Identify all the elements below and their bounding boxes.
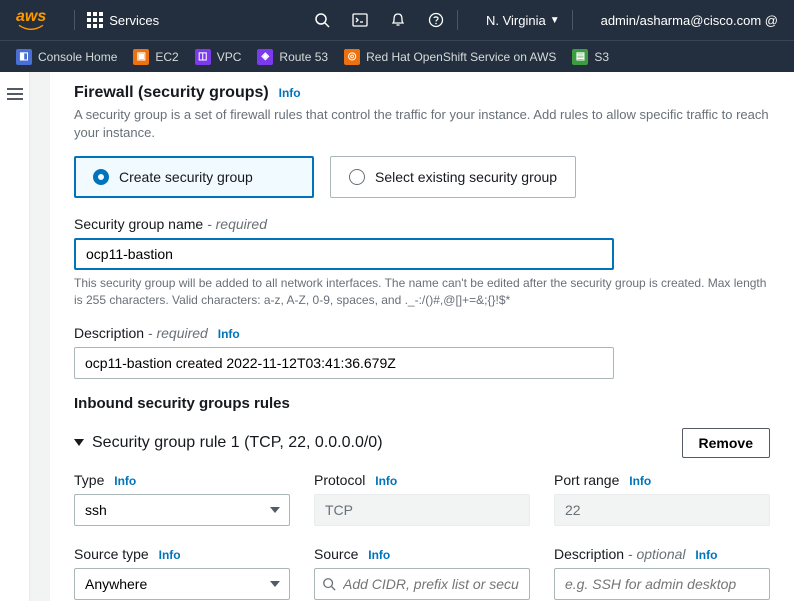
vpc-icon: ◫ [195, 49, 211, 65]
rule-port-value [554, 494, 770, 526]
info-link[interactable]: Info [375, 474, 397, 488]
nav-icons [313, 11, 445, 29]
tile-select-sg[interactable]: Select existing security group [330, 156, 576, 198]
top-nav: aws Services N. Virginia ▼ admin/asharma… [0, 0, 794, 40]
services-button[interactable]: Services [87, 12, 159, 28]
console-home-icon: ◧ [16, 49, 32, 65]
fav-label: VPC [217, 50, 242, 64]
fav-label: Console Home [38, 50, 117, 64]
caret-down-icon [74, 439, 84, 446]
fav-label: S3 [594, 50, 609, 64]
rule-port-field: Port range Info [554, 472, 770, 526]
aws-smile-icon [16, 24, 46, 32]
rule-type-select[interactable] [74, 494, 290, 526]
fav-label: EC2 [155, 50, 178, 64]
fav-ec2[interactable]: ▣ EC2 [133, 49, 178, 65]
region-selector[interactable]: N. Virginia ▼ [486, 13, 560, 28]
rule-source-label: Source Info [314, 546, 530, 562]
fav-route53[interactable]: ◈ Route 53 [257, 49, 328, 65]
info-link[interactable]: Info [629, 474, 651, 488]
search-icon[interactable] [313, 11, 331, 29]
sg-desc-field: Description - required Info [74, 325, 770, 379]
cloudshell-icon[interactable] [351, 11, 369, 29]
sg-desc-info-link[interactable]: Info [218, 327, 240, 341]
sg-name-field: Security group name - required This secu… [74, 216, 770, 309]
rule-source-field: Source Info 0.0.0.0/0 ✕ [314, 546, 530, 601]
rule-grid: Type Info Protocol Info Port range In [74, 472, 770, 601]
fav-label: Red Hat OpenShift Service on AWS [366, 50, 556, 64]
help-icon[interactable] [427, 11, 445, 29]
nav-divider [74, 10, 75, 30]
user-label: admin/asharma@cisco.com @ [601, 13, 778, 28]
info-link[interactable]: Info [368, 548, 390, 562]
nav-divider [572, 10, 573, 30]
bell-icon[interactable] [389, 11, 407, 29]
fav-s3[interactable]: ▤ S3 [572, 49, 609, 65]
firewall-title: Firewall (security groups) [74, 84, 269, 101]
rule-source-type-field: Source type Info [74, 546, 290, 601]
sidebar-toggle[interactable] [0, 72, 30, 601]
rule-protocol-value [314, 494, 530, 526]
sg-desc-input[interactable] [74, 347, 614, 379]
sg-name-label: Security group name - required [74, 216, 770, 232]
scroll-strip [30, 72, 50, 601]
info-link[interactable]: Info [159, 548, 181, 562]
openshift-icon: ◎ [344, 49, 360, 65]
rule-type-label: Type Info [74, 472, 290, 488]
rule-source-type-label: Source type Info [74, 546, 290, 562]
rule-header: Security group rule 1 (TCP, 22, 0.0.0.0/… [74, 428, 770, 458]
route53-icon: ◈ [257, 49, 273, 65]
aws-logo[interactable]: aws [16, 8, 46, 32]
rule-desc-field: Description - optional Info [554, 546, 770, 601]
fav-vpc[interactable]: ◫ VPC [195, 49, 242, 65]
region-label: N. Virginia [486, 13, 546, 28]
remove-button[interactable]: Remove [682, 428, 770, 458]
rule-protocol-label: Protocol Info [314, 472, 530, 488]
fav-openshift[interactable]: ◎ Red Hat OpenShift Service on AWS [344, 49, 556, 65]
tile-create-sg[interactable]: Create security group [74, 156, 314, 198]
sg-name-input[interactable] [74, 238, 614, 270]
fav-label: Route 53 [279, 50, 328, 64]
firewall-desc: A security group is a set of firewall ru… [74, 106, 770, 142]
services-label: Services [109, 13, 159, 28]
search-icon [322, 577, 336, 591]
firewall-heading-row: Firewall (security groups) Info [74, 84, 770, 102]
favorites-bar: ◧ Console Home ▣ EC2 ◫ VPC ◈ Route 53 ◎ … [0, 40, 794, 72]
rule-source-type-select[interactable] [74, 568, 290, 600]
radio-icon [93, 169, 109, 185]
rule-desc-input[interactable] [554, 568, 770, 600]
rule-port-label: Port range Info [554, 472, 770, 488]
sg-desc-label: Description - required Info [74, 325, 770, 341]
rule-source-input[interactable] [314, 568, 530, 600]
info-link[interactable]: Info [695, 548, 717, 562]
aws-logo-text: aws [16, 8, 46, 25]
layout: Firewall (security groups) Info A securi… [0, 72, 794, 601]
chevron-down-icon: ▼ [550, 15, 560, 26]
radio-icon [349, 169, 365, 185]
hamburger-icon [7, 88, 23, 100]
ec2-icon: ▣ [133, 49, 149, 65]
fav-console-home[interactable]: ◧ Console Home [16, 49, 117, 65]
rule-type-field: Type Info [74, 472, 290, 526]
sg-name-help: This security group will be added to all… [74, 275, 770, 309]
rule-protocol-field: Protocol Info [314, 472, 530, 526]
firewall-info-link[interactable]: Info [279, 86, 301, 100]
tile-label: Create security group [119, 169, 253, 185]
main-panel: Firewall (security groups) Info A securi… [50, 72, 794, 601]
sg-option-tiles: Create security group Select existing se… [74, 156, 770, 198]
inbound-title: Inbound security groups rules [74, 395, 770, 412]
info-link[interactable]: Info [114, 474, 136, 488]
grid-icon [87, 12, 103, 28]
nav-divider [457, 10, 458, 30]
user-menu[interactable]: admin/asharma@cisco.com @ [601, 13, 778, 28]
rule-title-row[interactable]: Security group rule 1 (TCP, 22, 0.0.0.0/… [74, 434, 383, 452]
rule-desc-label: Description - optional Info [554, 546, 770, 562]
s3-icon: ▤ [572, 49, 588, 65]
rule-title-text: Security group rule 1 (TCP, 22, 0.0.0.0/… [92, 434, 383, 452]
tile-label: Select existing security group [375, 169, 557, 185]
